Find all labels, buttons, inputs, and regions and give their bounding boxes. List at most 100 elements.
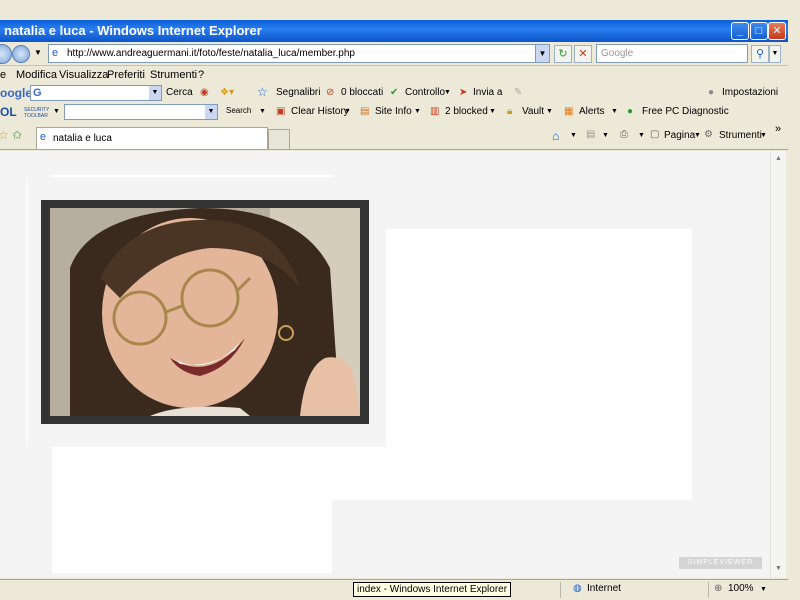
clear-history-icon: ▣ [276, 106, 286, 117]
viewer-white-panel [386, 229, 692, 500]
menu-file[interactable]: e [0, 69, 6, 81]
toolbar-overflow-chevron[interactable]: » [775, 123, 781, 135]
clear-history-button[interactable]: Clear History [291, 106, 349, 117]
vault-button[interactable]: Vault [522, 106, 544, 117]
tab-bar: ☆ ✩ e natalia e luca ⌂ ▼ ▤ ▼ ⎙ ▼ ▢ Pagin… [0, 123, 788, 150]
popup-blocked-count[interactable]: 0 bloccati [341, 87, 383, 98]
favorites-star-icon[interactable]: ☆ [0, 128, 9, 142]
window-title: natalia e luca - Windows Internet Explor… [4, 23, 262, 38]
feeds-dropdown-icon[interactable]: ▼ [602, 132, 609, 139]
zoom-level[interactable]: 100% [728, 583, 754, 594]
aol-search-dropdown[interactable]: ▼ [205, 105, 217, 119]
taskbar-tooltip: index - Windows Internet Explorer [353, 582, 512, 597]
popup-icon[interactable]: ❖▾ [220, 87, 234, 98]
settings-gear-icon: ● [708, 87, 715, 98]
menu-tools[interactable]: Strumenti [150, 69, 197, 81]
history-dropdown-icon[interactable]: ▼ [34, 48, 42, 57]
tools-gear-icon: ⚙ [704, 129, 713, 140]
forward-button[interactable] [12, 45, 30, 63]
tab-label: natalia e luca [53, 133, 112, 144]
zoom-icon: ⊕ [714, 583, 723, 594]
page-content: SIMPLEVIEWER [0, 151, 770, 578]
feeds-icon[interactable]: ▤ [586, 129, 595, 140]
left-border-line [26, 177, 28, 447]
address-bar-row: ▼ e http://www.andreaguermani.it/foto/fe… [0, 42, 788, 66]
spellcheck-icon: ✔ [390, 87, 399, 98]
alerts-dropdown-icon[interactable]: ▼ [611, 108, 618, 115]
site-info-button[interactable]: Site Info [375, 106, 412, 117]
home-icon[interactable]: ⌂ [552, 129, 559, 143]
page-menu-dropdown-icon[interactable]: ▼ [694, 132, 701, 139]
google-toolbar: oogle G ▼ Cerca ◉ ❖▾ ☆ Segnalibri ⊘ 0 bl… [0, 84, 788, 103]
aol-blocked-count[interactable]: 2 blocked [445, 106, 488, 117]
aol-search-button[interactable]: Search [226, 106, 251, 115]
aol-toolbar: OL SECURITY TOOLBAR ▼ ▼ Search ▼ ▣ Clear… [0, 103, 788, 122]
aol-search-input[interactable]: ▼ [64, 104, 218, 120]
spellcheck-button[interactable]: Controllo [405, 87, 445, 98]
print-dropdown-icon[interactable]: ▼ [638, 132, 645, 139]
portrait-photo[interactable] [50, 208, 360, 416]
search-button[interactable]: ⚲ [751, 45, 769, 63]
send-to-button[interactable]: Invia a [473, 87, 502, 98]
new-tab-button[interactable] [268, 129, 290, 149]
menu-bar: e Modifica Visualizza Preferiti Strument… [0, 67, 788, 84]
site-info-icon: ▤ [360, 106, 370, 117]
search-options-dropdown[interactable]: ▼ [769, 45, 781, 63]
address-url: http://www.andreaguermani.it/foto/feste/… [67, 48, 355, 59]
zoom-dropdown-icon[interactable]: ▼ [760, 586, 767, 593]
menu-help[interactable]: ? [198, 69, 204, 81]
menu-favorites[interactable]: Preferiti [107, 69, 145, 81]
settings-button[interactable]: Impostazioni [722, 87, 778, 98]
google-search-button[interactable]: Cerca [166, 87, 193, 98]
menu-view[interactable]: Visualizza [59, 69, 108, 81]
spellcheck-dropdown-icon[interactable]: ▼ [444, 89, 451, 96]
popup-blocked-icon: ▥ [430, 106, 440, 117]
address-dropdown[interactable]: ▼ [535, 45, 549, 62]
address-field[interactable]: e http://www.andreaguermani.it/foto/fest… [48, 44, 550, 63]
aol-menu-dropdown-icon[interactable]: ▼ [53, 108, 60, 115]
aol-search-dropdown-icon[interactable]: ▼ [259, 108, 266, 115]
site-info-dropdown-icon[interactable]: ▼ [414, 108, 421, 115]
vault-dropdown-icon[interactable]: ▼ [546, 108, 553, 115]
google-search-input[interactable]: G ▼ [30, 85, 162, 101]
security-zone[interactable]: Internet [587, 583, 621, 594]
pagerank-icon[interactable]: ◉ [200, 87, 209, 98]
ie-page-icon: e [40, 131, 47, 143]
tools-menu-button[interactable]: Strumenti [719, 130, 762, 141]
simpleviewer-watermark[interactable]: SIMPLEVIEWER [679, 557, 762, 569]
maximize-button[interactable]: □ [750, 22, 768, 40]
title-bar: natalia e luca - Windows Internet Explor… [0, 20, 788, 42]
back-button[interactable] [0, 44, 12, 64]
tab-natalia-e-luca[interactable]: e natalia e luca [36, 127, 268, 149]
add-favorites-icon[interactable]: ✩ [12, 128, 22, 142]
bookmarks-button[interactable]: Segnalibri [276, 87, 320, 98]
diagnostic-button[interactable]: Free PC Diagnostic [642, 106, 729, 117]
refresh-button[interactable]: ↻ [554, 45, 572, 63]
google-search-dropdown[interactable]: ▼ [149, 86, 161, 100]
scroll-down-arrow[interactable]: ▼ [771, 561, 786, 577]
alerts-button[interactable]: Alerts [579, 106, 605, 117]
home-dropdown-icon[interactable]: ▼ [570, 132, 577, 139]
top-white-strip [52, 175, 332, 177]
portrait-illustration [50, 208, 360, 416]
menu-edit[interactable]: Modifica [16, 69, 57, 81]
clear-history-dropdown-icon[interactable]: ▼ [344, 108, 351, 115]
search-input[interactable]: Google [596, 44, 748, 63]
photo-frame[interactable] [41, 200, 369, 424]
send-to-icon: ➤ [459, 87, 468, 98]
page-menu-icon: ▢ [650, 129, 660, 140]
google-g-icon: G [33, 87, 42, 99]
tools-menu-dropdown-icon[interactable]: ▼ [760, 132, 767, 139]
print-icon[interactable]: ⎙ [620, 129, 628, 140]
status-divider [560, 582, 561, 598]
popup-blocker-icon: ⊘ [326, 87, 335, 98]
blocked-dropdown-icon[interactable]: ▼ [489, 108, 496, 115]
pencil-icon[interactable]: ✎ [514, 87, 522, 98]
stop-button[interactable]: ✕ [574, 45, 592, 63]
minimize-button[interactable]: _ [731, 22, 749, 40]
internet-globe-icon: ◍ [573, 583, 582, 594]
close-button[interactable]: ✕ [768, 22, 786, 40]
page-menu-button[interactable]: Pagina [664, 130, 695, 141]
vertical-scrollbar[interactable]: ▲ ▼ [770, 151, 786, 578]
scroll-up-arrow[interactable]: ▲ [771, 151, 786, 167]
